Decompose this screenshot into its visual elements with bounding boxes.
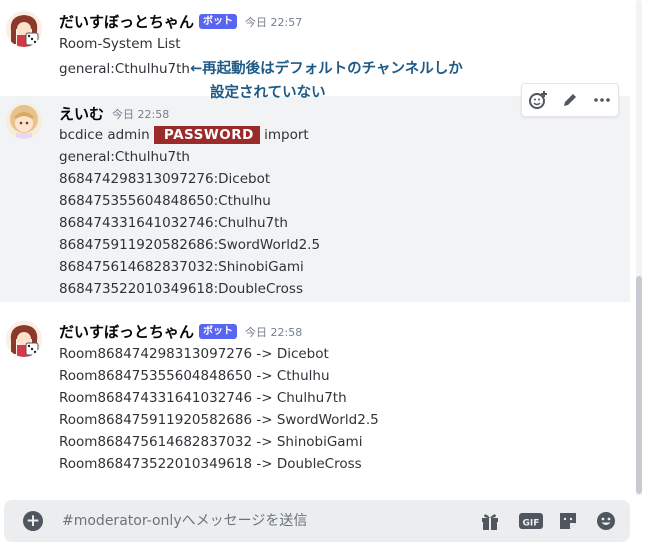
add-reaction-icon[interactable]: [526, 88, 550, 112]
message-header: えいむ 今日 22:58: [59, 103, 169, 124]
command-text: bcdice admin: [59, 127, 154, 143]
user-avatar[interactable]: [6, 103, 42, 139]
message-3: だいすぼっとちゃん ボット 今日 22:58 Room8684742983130…: [0, 310, 630, 490]
gift-icon[interactable]: [478, 509, 502, 533]
gif-icon[interactable]: GIF: [517, 509, 545, 533]
bot-badge: ボット: [199, 14, 238, 29]
svg-text:GIF: GIF: [523, 519, 540, 529]
annotation-line-1: ←再起動後はデフォルトのチャンネルしか: [190, 61, 463, 77]
message-line: 868474331641032746:Chulhu7th: [59, 215, 288, 231]
username[interactable]: だいすぼっとちゃん: [59, 11, 194, 32]
message-line: Room868474331641032746 -> Chulhu7th: [59, 390, 347, 406]
redacted-password: PASSWORD: [153, 126, 260, 144]
command-line: bcdice admin PASSWORD import: [59, 125, 309, 145]
message-composer: + GIF: [4, 500, 630, 542]
bot-avatar[interactable]: [6, 11, 42, 47]
message-2: えいむ 今日 22:58 bcdice admin PASSWORD impor…: [0, 96, 630, 302]
message-line: general:Cthulhu7th: [59, 149, 190, 165]
message-line: Room868474298313097276 -> Dicebot: [59, 346, 329, 362]
upload-plus-icon[interactable]: +: [23, 511, 43, 531]
message-line: Room868473522010349618 -> DoubleCross: [59, 456, 362, 472]
bot-badge: ボット: [199, 324, 238, 339]
message-actions-toolbar: [521, 83, 619, 117]
bot-avatar[interactable]: [6, 321, 42, 357]
message-line: 868475614682837032:ShinobiGami: [59, 259, 304, 275]
more-options-icon[interactable]: [590, 88, 614, 112]
scrollbar-thumb[interactable]: [636, 276, 642, 494]
message-header: だいすぼっとちゃん ボット 今日 22:58: [59, 321, 302, 342]
username[interactable]: だいすぼっとちゃん: [59, 321, 194, 342]
timestamp: 今日 22:57: [245, 15, 303, 29]
message-line: Room-System List: [59, 36, 181, 52]
message-line: 868475911920582686:SwordWorld2.5: [59, 237, 321, 253]
sticker-icon[interactable]: [556, 509, 580, 533]
username[interactable]: えいむ: [59, 103, 104, 124]
message-line: 868473522010349618:DoubleCross: [59, 281, 303, 297]
message-line: Room868475614682837032 -> ShinobiGami: [59, 434, 363, 450]
message-line: 868474298313097276:Dicebot: [59, 171, 271, 187]
message-line: general:Cthulhu7th: [59, 61, 190, 77]
message-header: だいすぼっとちゃん ボット 今日 22:57: [59, 11, 302, 32]
message-line: Room868475355604848650 -> Cthulhu: [59, 368, 330, 384]
timestamp: 今日 22:58: [112, 107, 170, 121]
timestamp: 今日 22:58: [245, 325, 303, 339]
message-line: Room868475911920582686 -> SwordWorld2.5: [59, 412, 379, 428]
edit-pencil-icon[interactable]: [558, 88, 582, 112]
message-input[interactable]: [62, 510, 462, 532]
annotation-line-2: 設定されていない: [210, 85, 326, 101]
emoji-icon[interactable]: [594, 509, 618, 533]
command-text: import: [259, 127, 309, 143]
message-line: 868475355604848650:Cthulhu: [59, 193, 271, 209]
